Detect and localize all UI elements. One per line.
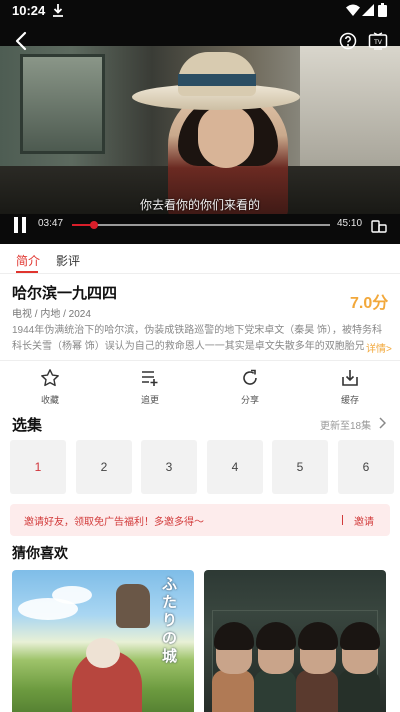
favorite-button[interactable]: 收藏 xyxy=(20,366,80,408)
show-description: 1944年伪满统治下的哈尔滨，伪装成铁路巡警的地下党宋卓文（秦昊 饰），被特务科… xyxy=(12,325,383,352)
detail-tabs: 简介 影评 xyxy=(0,244,400,274)
action-bar: 收藏 追更 分享 缓存 xyxy=(0,366,400,410)
tab-intro[interactable]: 简介 xyxy=(16,252,40,269)
status-time: 10:24 xyxy=(12,3,46,18)
player-controls: 03:47 45:10 xyxy=(0,214,400,236)
episode-item[interactable]: 3 xyxy=(141,440,197,494)
recommend-poster[interactable] xyxy=(204,570,386,712)
pause-icon[interactable] xyxy=(12,216,28,234)
recommend-poster[interactable]: ふたりの城 xyxy=(12,570,194,712)
duration-time: 45:10 xyxy=(337,218,363,229)
episode-item[interactable]: 4 xyxy=(207,440,263,494)
follow-updates-button[interactable]: 追更 xyxy=(120,366,180,408)
episode-item[interactable]: 6 xyxy=(338,440,394,494)
invite-divider xyxy=(342,515,343,525)
download-icon xyxy=(342,370,358,386)
chevron-right-icon[interactable] xyxy=(378,417,386,429)
status-bar: 10:24 xyxy=(0,0,400,22)
invite-banner[interactable]: 邀请好友，领取免广告福利！多邀多得～ 邀请 xyxy=(10,504,390,536)
back-arrow-icon[interactable] xyxy=(12,30,32,52)
show-meta: 电视 / 内地 / 2024 xyxy=(12,309,91,320)
poster-figure-head xyxy=(86,638,120,668)
wifi-icon xyxy=(346,4,360,16)
episodes-title: 选集 xyxy=(12,417,43,434)
share-button[interactable]: 分享 xyxy=(220,366,280,408)
tab-indicator xyxy=(16,271,38,273)
tab-reviews[interactable]: 影评 xyxy=(56,252,80,269)
share-icon xyxy=(243,369,257,385)
poster-figure xyxy=(212,670,254,712)
poster-figure xyxy=(338,670,380,712)
recommend-title: 猜你喜欢 xyxy=(12,545,68,561)
share-label: 分享 xyxy=(240,395,259,405)
playlist-add-icon xyxy=(142,371,158,386)
episode-item[interactable]: 2 xyxy=(76,440,132,494)
show-title: 哈尔滨一九四四 xyxy=(12,285,118,302)
scene-face xyxy=(198,106,254,168)
episodes-update-status[interactable]: 更新至18集 xyxy=(320,417,371,432)
player-top-bar: TV xyxy=(0,30,400,54)
divider xyxy=(0,360,400,361)
rating-score: 7.0分 xyxy=(350,295,389,312)
cache-label: 缓存 xyxy=(340,395,359,405)
follow-updates-label: 追更 xyxy=(140,395,159,405)
signal-icon xyxy=(362,4,374,16)
scene-window-right xyxy=(300,46,400,166)
poster-figure xyxy=(296,670,338,712)
svg-text:TV: TV xyxy=(373,39,383,46)
scene-window xyxy=(20,54,105,154)
battery-icon xyxy=(378,3,387,17)
poster-figure xyxy=(254,670,296,712)
poster-cloud xyxy=(52,586,92,604)
episode-item[interactable]: 5 xyxy=(272,440,328,494)
video-player[interactable]: 你去看你的你们来看的 10:24 TV 03:47 45:10 xyxy=(0,0,400,244)
poster-title: ふたりの城 xyxy=(162,576,178,665)
invite-text: 邀请好友，领取免广告福利！多邀多得～ xyxy=(24,517,204,528)
favorite-label: 收藏 xyxy=(40,395,59,405)
poster-castle xyxy=(116,584,150,628)
current-time: 03:47 xyxy=(38,218,64,229)
help-icon[interactable] xyxy=(339,32,357,50)
invite-button[interactable]: 邀请 xyxy=(354,513,374,528)
seek-bar[interactable] xyxy=(72,221,330,229)
download-status-icon xyxy=(53,4,63,17)
episode-item[interactable]: 1 xyxy=(10,440,66,494)
video-frame[interactable]: 你去看你的你们来看的 xyxy=(0,46,400,214)
video-subtitle: 你去看你的你们来看的 xyxy=(139,198,260,212)
seek-handle[interactable] xyxy=(89,221,98,229)
scene-hat-band xyxy=(178,74,256,86)
cache-button[interactable]: 缓存 xyxy=(320,366,380,408)
tv-cast-icon[interactable]: TV xyxy=(368,32,388,50)
rotate-screen-icon[interactable] xyxy=(370,216,388,234)
star-icon xyxy=(41,369,59,387)
details-link[interactable]: 详情> xyxy=(364,340,392,355)
